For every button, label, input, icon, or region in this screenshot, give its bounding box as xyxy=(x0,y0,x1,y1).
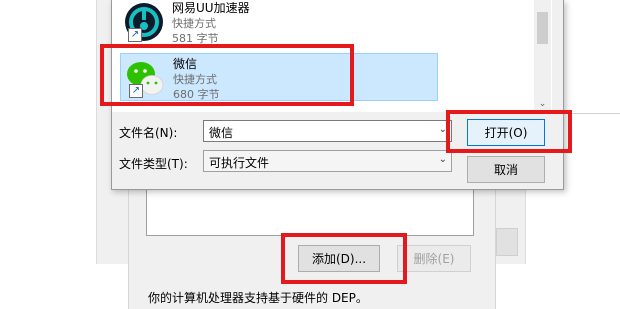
dep-support-text: 你的计算机处理器支持基于硬件的 DEP。 xyxy=(148,291,368,305)
screen: 添加(D)... 删除(E) 你的计算机处理器支持基于硬件的 DEP。 ↗ 网易… xyxy=(0,0,620,309)
file-item-uu[interactable]: ↗ 网易UU加速器 快捷方式 581 字节 xyxy=(120,0,438,46)
delete-button: 删除(E) xyxy=(397,245,471,272)
filetype-label: 文件类型(T): xyxy=(119,157,188,171)
filename-field[interactable]: 微信 ⌄ xyxy=(203,120,452,142)
filetype-value: 可执行文件 xyxy=(209,156,270,170)
highlight-box-wechat xyxy=(100,44,354,106)
filename-label: 文件名(N): xyxy=(119,126,178,140)
uu-accelerator-icon: ↗ xyxy=(124,2,164,42)
file-name: 网易UU加速器 xyxy=(172,1,250,15)
scrollbar-thumb[interactable] xyxy=(537,12,548,44)
highlight-box-open xyxy=(446,110,572,153)
divider xyxy=(564,113,620,114)
chevron-down-icon[interactable]: ⌄ xyxy=(439,154,447,165)
file-type: 快捷方式 xyxy=(172,17,216,30)
shortcut-arrow-icon: ↗ xyxy=(128,28,142,42)
file-list-scrollbar[interactable]: ⌄ xyxy=(534,0,551,112)
filetype-select[interactable]: 可执行文件 ⌄ xyxy=(203,150,452,172)
filename-value: 微信 xyxy=(209,126,234,140)
highlight-box-add xyxy=(281,233,407,284)
background-window-edge xyxy=(496,228,518,256)
cancel-button[interactable]: 取消 xyxy=(467,156,545,183)
